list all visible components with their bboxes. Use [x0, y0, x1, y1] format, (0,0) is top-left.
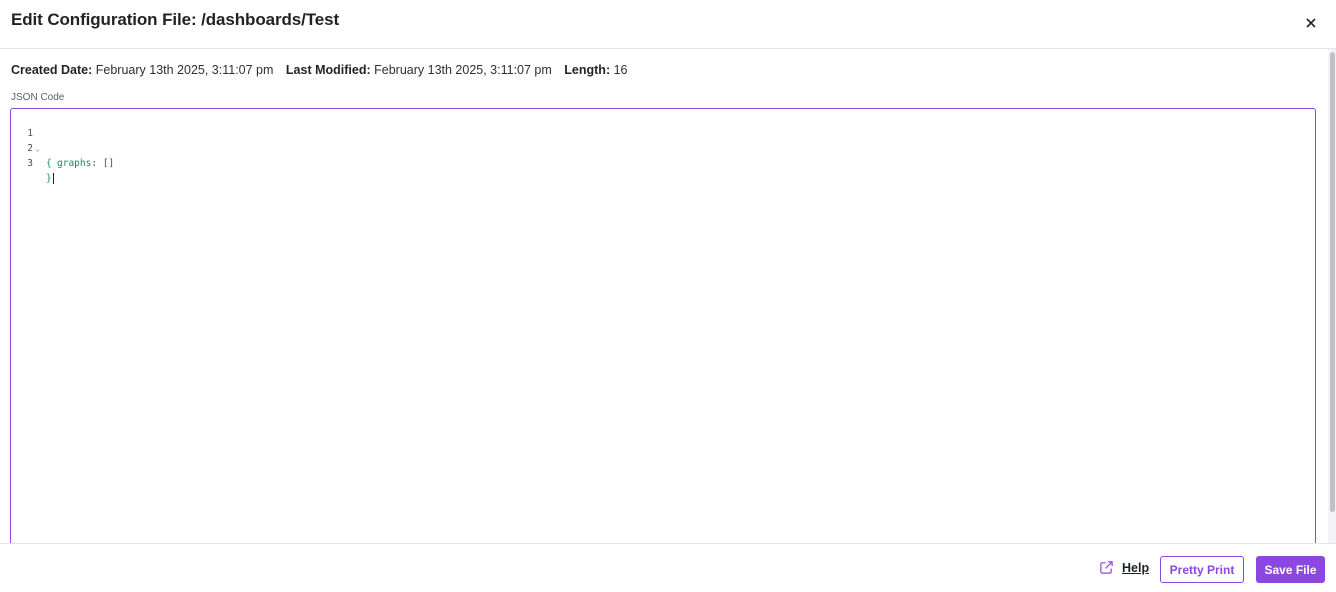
- last-modified-label: Last Modified:: [285, 63, 371, 77]
- file-meta: Created Date: February 13th 2025, 3:11:0…: [11, 63, 637, 77]
- created-date-label: Created Date:: [11, 63, 93, 77]
- help-label[interactable]: Help: [1122, 561, 1149, 575]
- save-file-button[interactable]: Save File: [1256, 556, 1325, 583]
- file-length-label: Length:: [564, 63, 611, 77]
- code-line: 3 }: [11, 141, 57, 184]
- dialog-title: Edit Configuration File: /dashboards/Tes…: [11, 10, 340, 29]
- file-length-value: 16: [613, 63, 628, 77]
- edit-config-dialog: Edit Configuration File: /dashboards/Tes…: [0, 0, 1336, 592]
- json-key: graphs: [57, 158, 92, 169]
- code-text: graphs: []: [57, 156, 114, 171]
- help-link[interactable]: Help: [1099, 560, 1149, 575]
- json-code-editor[interactable]: 1 ⌄ { 2 graphs: [] 3 }: [10, 108, 1316, 543]
- text-cursor: [52, 173, 54, 184]
- last-modified-value: February 13th 2025, 3:11:07 pm: [374, 63, 552, 77]
- pretty-print-button[interactable]: Pretty Print: [1160, 556, 1244, 583]
- line-number: 3: [27, 158, 33, 169]
- created-date-value: February 13th 2025, 3:11:07 pm: [95, 63, 274, 77]
- created-date: Created Date: February 13th 2025, 3:11:0…: [11, 63, 277, 77]
- scrollbar-thumb[interactable]: [1330, 52, 1335, 512]
- dialog-body: Created Date: February 13th 2025, 3:11:0…: [0, 49, 1336, 543]
- json-value: []: [102, 158, 115, 169]
- close-button[interactable]: [1302, 14, 1320, 32]
- code-text: }: [46, 171, 54, 186]
- code-line: 1 ⌄ {: [11, 111, 57, 169]
- json-colon: :: [91, 158, 98, 169]
- close-icon: [1306, 18, 1316, 28]
- file-length: Length: 16: [564, 63, 627, 77]
- last-modified: Last Modified: February 13th 2025, 3:11:…: [286, 63, 555, 77]
- scrollbar[interactable]: [1328, 49, 1336, 543]
- dialog-footer: Help Pretty Print Save File: [0, 543, 1336, 592]
- code-line: 2 graphs: []: [11, 126, 114, 169]
- json-code-label: JSON Code: [11, 92, 65, 103]
- external-link-icon: [1100, 561, 1113, 574]
- json-brace: }: [46, 173, 52, 184]
- dialog-header: Edit Configuration File: /dashboards/Tes…: [0, 0, 1336, 49]
